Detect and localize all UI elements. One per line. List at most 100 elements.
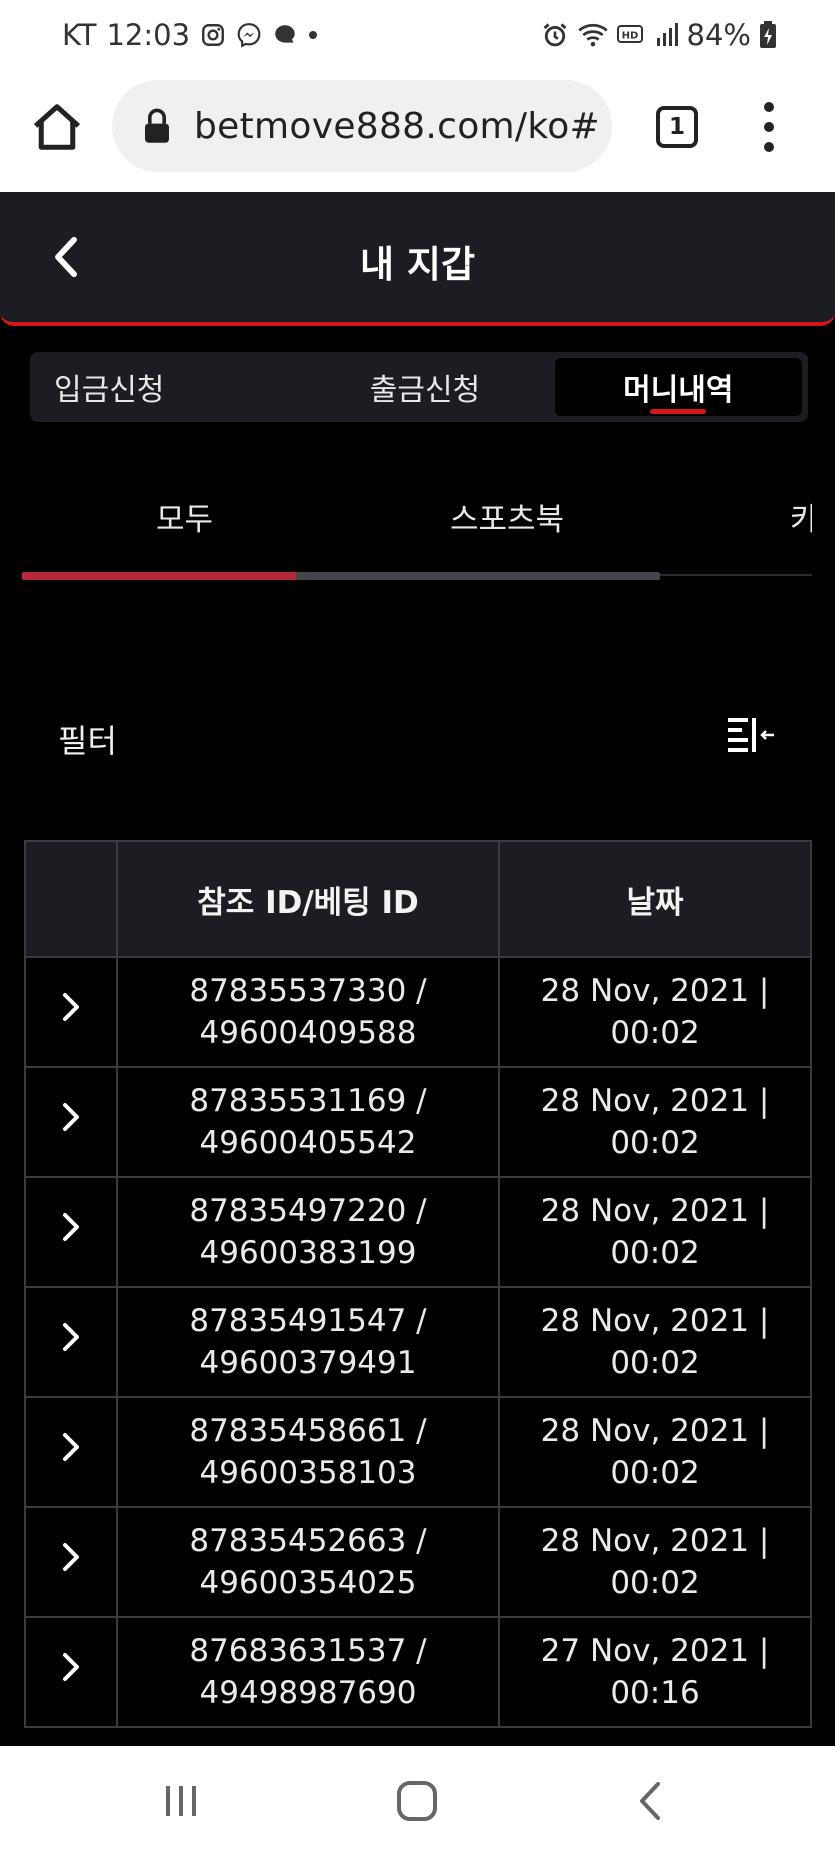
bet-id: 49600354025 [199, 1565, 417, 1601]
category-tab-sportsbook[interactable]: 스포츠북 [450, 494, 564, 539]
status-left: KT 12:03 [62, 18, 318, 52]
chevron-right-icon [63, 1432, 79, 1461]
time-text: 00:02 [610, 1015, 700, 1051]
bet-id: 49498987690 [199, 1675, 417, 1711]
table-row[interactable]: 87835491547 / 49600379491 28 Nov, 2021 | 00… [24, 1286, 812, 1398]
filter-label[interactable]: 필터 [58, 716, 117, 762]
filter-collapse-icon[interactable] [724, 712, 778, 762]
chevron-right-icon [63, 1102, 79, 1131]
status-right: HD 84% [541, 18, 777, 52]
time-text: 00:02 [610, 1565, 700, 1601]
category-tab-all[interactable]: 모두 [156, 494, 213, 539]
table-row[interactable]: 87835531169 / 49600405542 28 Nov, 2021 | 00… [24, 1066, 812, 1178]
ref-id: 87835497220 / [189, 1193, 427, 1229]
home-nav-icon[interactable] [392, 1778, 442, 1824]
bet-id: 49600358103 [199, 1455, 417, 1491]
table-row[interactable]: 87835497220 / 49600383199 28 Nov, 2021 | 00… [24, 1176, 812, 1288]
carrier-label: KT [62, 18, 97, 52]
svg-text:HD: HD [621, 31, 638, 42]
chevron-right-icon [63, 1322, 79, 1351]
ref-id: 87835458661 / [189, 1413, 427, 1449]
expand-row-button[interactable] [24, 1176, 118, 1288]
system-nav-bar [0, 1746, 835, 1856]
expand-row-button[interactable] [24, 1286, 118, 1398]
date-cell: 28 Nov, 2021 | 00:02 [498, 1066, 812, 1178]
ref-bet-id-cell: 87835491547 / 49600379491 [116, 1286, 500, 1398]
bet-id: 49600379491 [199, 1345, 417, 1381]
ref-id: 87835537330 / [189, 973, 427, 1009]
date-text: 28 Nov, 2021 | [540, 973, 770, 1009]
home-icon[interactable] [30, 100, 84, 154]
ref-bet-id-cell: 87835531169 / 49600405542 [116, 1066, 500, 1178]
date-column-header: 날짜 [498, 840, 812, 958]
tab-money-history[interactable]: 머니내역 [554, 358, 802, 416]
table-row[interactable]: 87683631537 / 49498987690 27 Nov, 2021 | 00… [24, 1616, 812, 1728]
date-text: 28 Nov, 2021 | [540, 1083, 770, 1119]
browser-toolbar: betmove888.com/ko# 1 [0, 76, 835, 192]
expand-row-button[interactable] [24, 1066, 118, 1178]
tab-withdraw[interactable]: 출금신청 [301, 352, 548, 422]
ref-id: 87683631537 / [189, 1633, 427, 1669]
tab-switcher-button[interactable]: 1 [656, 106, 698, 148]
recent-apps-icon[interactable] [156, 1778, 206, 1824]
address-bar[interactable]: betmove888.com/ko# [112, 80, 612, 172]
battery-charging-icon [760, 21, 776, 48]
bet-id: 49600409588 [199, 1015, 417, 1051]
expand-row-button[interactable] [24, 1506, 118, 1618]
ref-id: 87835491547 / [189, 1303, 427, 1339]
money-history-table: 참조 ID/베팅 ID 날짜 87835537330 / 49600409588 2… [24, 840, 812, 1728]
more-menu-icon[interactable] [756, 102, 782, 152]
expand-row-button[interactable] [24, 1616, 118, 1728]
date-text: 28 Nov, 2021 | [540, 1413, 770, 1449]
lock-icon [145, 108, 169, 143]
hd-voice-icon: HD [616, 25, 643, 43]
notification-dot-icon [309, 31, 318, 39]
clock: 12:03 [106, 18, 191, 52]
table-row[interactable]: 87835537330 / 49600409588 28 Nov, 2021 | 00… [24, 956, 812, 1068]
expand-column-header [24, 840, 118, 958]
table-row[interactable]: 87835452663 / 49600354025 28 Nov, 2021 | 00… [24, 1506, 812, 1618]
wallet-tabs: 입금신청 출금신청 머니내역 [30, 352, 808, 422]
ref-bet-id-cell: 87835537330 / 49600409588 [116, 956, 500, 1068]
instagram-icon [202, 24, 225, 46]
ref-bet-id-cell: 87835497220 / 49600383199 [116, 1176, 500, 1288]
ref-bet-id-cell: 87835452663 / 49600354025 [116, 1506, 500, 1618]
time-text: 00:02 [610, 1125, 700, 1161]
category-scrollbar-thumb[interactable] [22, 572, 297, 580]
bet-id: 49600383199 [199, 1235, 417, 1271]
bet-id: 49600405542 [199, 1125, 417, 1161]
date-cell: 27 Nov, 2021 | 00:16 [498, 1616, 812, 1728]
back-nav-icon[interactable] [626, 1778, 676, 1824]
time-text: 00:02 [610, 1235, 700, 1271]
category-tabs: 모두 스포츠북 카 [22, 470, 812, 584]
battery-percent: 84% [686, 18, 751, 52]
ref-id: 87835531169 / [189, 1083, 427, 1119]
ref-id: 87835452663 / [189, 1523, 427, 1559]
date-cell: 28 Nov, 2021 | 00:02 [498, 956, 812, 1068]
chevron-right-icon [63, 992, 79, 1021]
app-header: 내 지갑 [0, 192, 835, 326]
url-text: betmove888.com/ko# [194, 105, 600, 147]
table-header-row: 참조 ID/베팅 ID 날짜 [24, 840, 812, 958]
date-cell: 28 Nov, 2021 | 00:02 [498, 1396, 812, 1508]
page-title: 내 지갑 [359, 243, 475, 286]
time-text: 00:02 [610, 1345, 700, 1381]
ref-id-column-header: 참조 ID/베팅 ID [116, 840, 500, 958]
date-text: 28 Nov, 2021 | [540, 1303, 770, 1339]
messenger-icon [237, 23, 261, 48]
expand-row-button[interactable] [24, 956, 118, 1068]
category-tab-casino[interactable]: 카 [790, 494, 812, 539]
category-scrollbar[interactable] [22, 572, 660, 580]
chevron-right-icon [63, 1652, 79, 1681]
date-cell: 28 Nov, 2021 | 00:02 [498, 1176, 812, 1288]
expand-row-button[interactable] [24, 1396, 118, 1508]
date-text: 28 Nov, 2021 | [540, 1523, 770, 1559]
tab-deposit[interactable]: 입금신청 [30, 352, 301, 422]
time-text: 00:16 [610, 1675, 700, 1711]
chevron-right-icon [63, 1212, 79, 1241]
alarm-icon [543, 23, 566, 47]
time-text: 00:02 [610, 1455, 700, 1491]
date-text: 27 Nov, 2021 | [540, 1633, 770, 1669]
chevron-right-icon [63, 1542, 79, 1571]
table-row[interactable]: 87835458661 / 49600358103 28 Nov, 2021 | 00… [24, 1396, 812, 1508]
